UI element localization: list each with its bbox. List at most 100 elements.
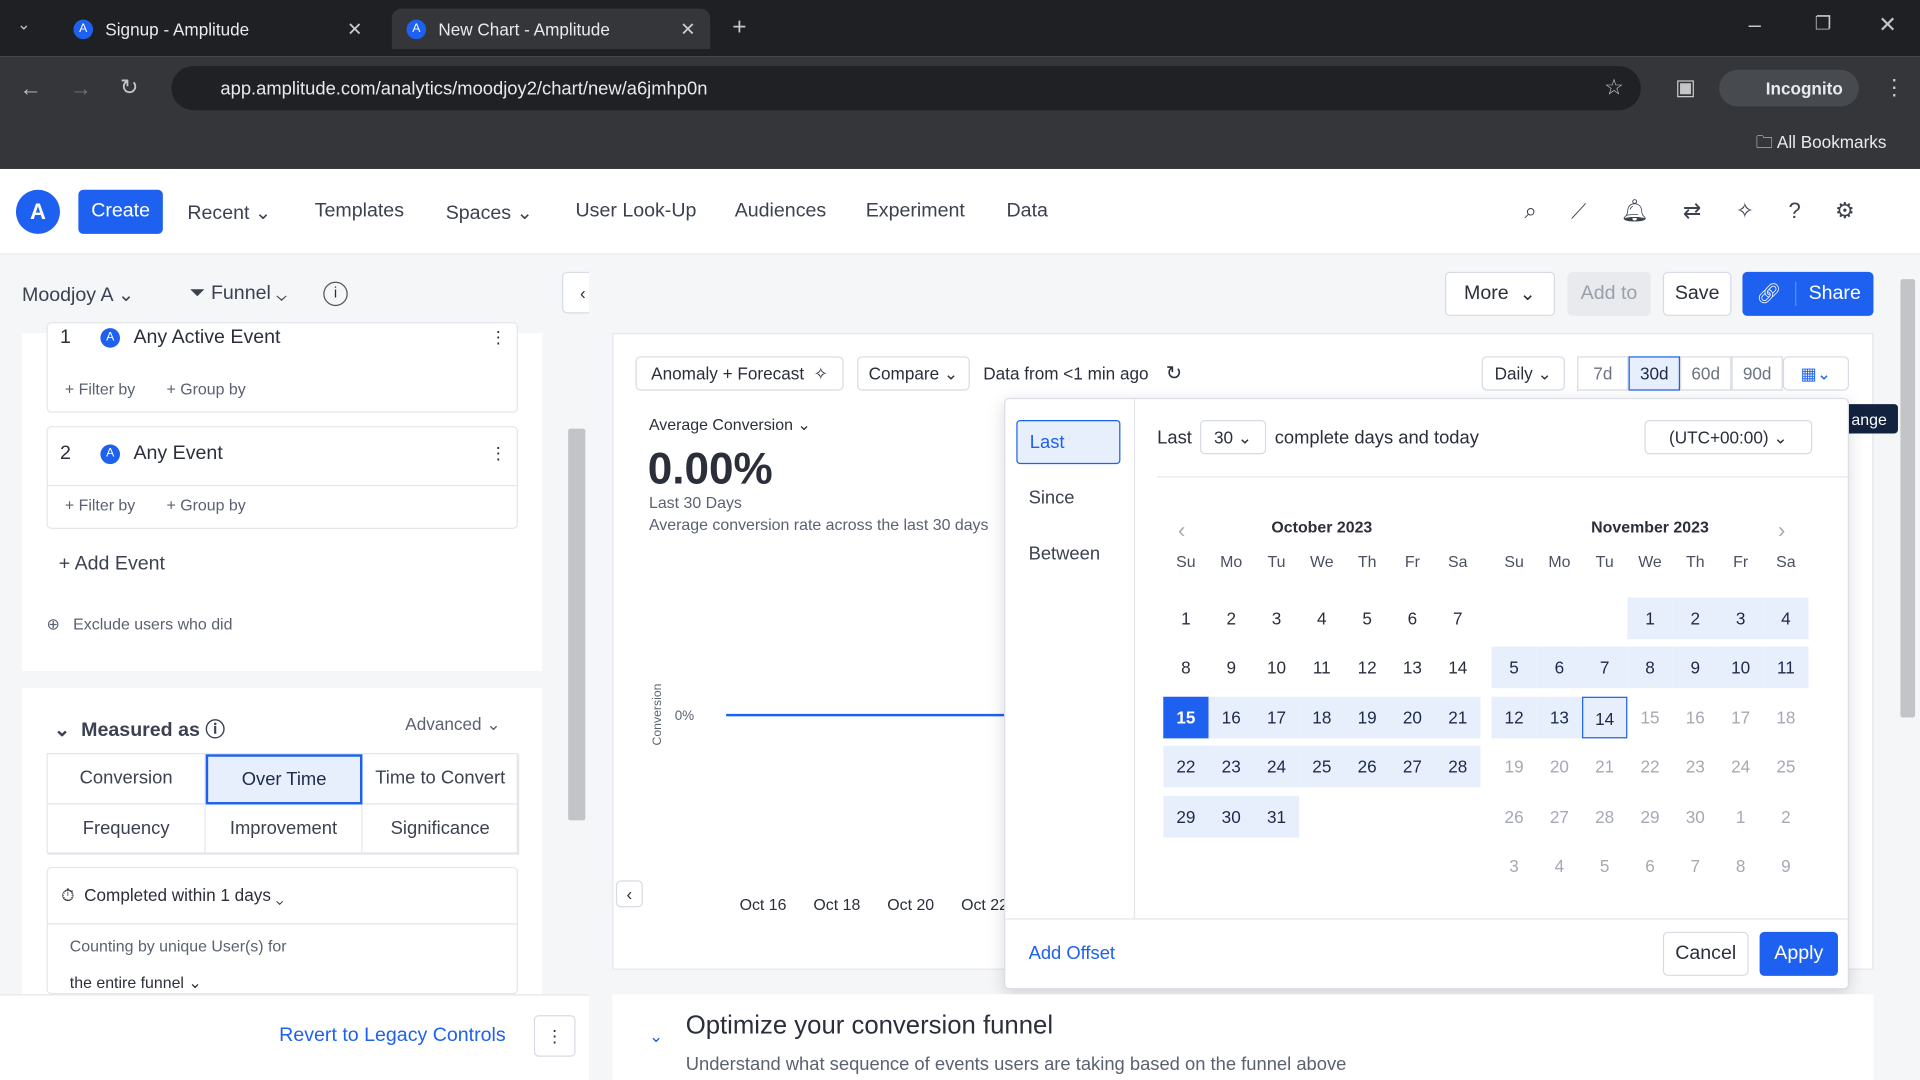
bookmark-star-icon[interactable]: ☆ xyxy=(1604,75,1624,101)
nav-audiences[interactable]: Audiences xyxy=(735,201,826,223)
calendar-day[interactable]: 8 xyxy=(1718,845,1763,887)
calendar-day[interactable]: 14 xyxy=(1582,696,1628,739)
calendar-day[interactable]: 18 xyxy=(1299,696,1345,739)
calendar-day[interactable]: 16 xyxy=(1673,696,1718,738)
calendar-day[interactable]: 21 xyxy=(1435,696,1481,739)
event-name[interactable]: Any Event xyxy=(133,443,222,465)
calendar-day[interactable]: 11 xyxy=(1763,647,1809,689)
add-to-button[interactable]: Add to xyxy=(1567,271,1651,316)
all-bookmarks[interactable]: 🗀 All Bookmarks xyxy=(1756,130,1887,159)
group-by-button[interactable]: + Group by xyxy=(167,380,246,398)
calendar-day[interactable]: 20 xyxy=(1537,746,1582,788)
calendar-day[interactable]: 1 xyxy=(1627,597,1673,640)
calendar-day[interactable]: 12 xyxy=(1344,647,1389,689)
nav-user-lookup[interactable]: User Look-Up xyxy=(576,201,697,223)
gear-icon[interactable]: ⚙ xyxy=(1835,198,1889,222)
new-tab-icon[interactable]: + xyxy=(732,13,746,41)
calendar-day[interactable]: 22 xyxy=(1163,745,1209,788)
calendar-day[interactable]: 6 xyxy=(1627,845,1672,887)
calendar-day[interactable]: 1 xyxy=(1163,598,1208,640)
calendar-day[interactable]: 28 xyxy=(1582,795,1627,837)
range-90d[interactable]: 90d xyxy=(1731,356,1783,391)
sync-icon[interactable]: ⇄ xyxy=(1683,198,1736,222)
calendar-day[interactable]: 27 xyxy=(1537,795,1582,837)
calendar-day[interactable]: 18 xyxy=(1763,696,1808,738)
project-selector[interactable]: Moodjoy A ⌄ xyxy=(22,283,134,307)
info-icon[interactable]: i xyxy=(323,281,348,307)
anomaly-forecast-button[interactable]: Anomaly + Forecast ✧ xyxy=(635,356,844,391)
calendar-day[interactable]: 5 xyxy=(1344,598,1389,640)
chart-scroll-left[interactable]: ‹ xyxy=(615,880,643,908)
calendar-day[interactable]: 9 xyxy=(1763,845,1808,887)
link-icon[interactable]: 🔗︎ xyxy=(1742,281,1797,307)
calendar-day[interactable]: 4 xyxy=(1299,598,1344,640)
calendar-day[interactable]: 22 xyxy=(1627,746,1672,788)
calendar-day[interactable]: 25 xyxy=(1763,746,1808,788)
chart-type-selector[interactable]: ⏷ Funnel ⌄ xyxy=(190,283,287,305)
browser-tab-signup[interactable]: A Signup - Amplitude ✕ xyxy=(59,9,377,49)
reload-icon[interactable]: ↻ xyxy=(120,75,138,101)
calendar-range-button[interactable]: ▦ ⌄ xyxy=(1782,356,1849,391)
calendar-day[interactable]: 9 xyxy=(1209,647,1254,689)
calendar-day[interactable]: 16 xyxy=(1208,696,1254,739)
calendar-day[interactable]: 4 xyxy=(1763,597,1809,640)
calendar-day[interactable]: 2 xyxy=(1672,597,1718,640)
revert-legacy-link[interactable]: Revert to Legacy Controls xyxy=(279,1025,506,1047)
calendar-day[interactable]: 3 xyxy=(1254,598,1299,640)
tab-search-icon[interactable]: ⌄ xyxy=(17,15,30,35)
calendar-day[interactable]: 30 xyxy=(1673,795,1718,837)
calendar-day[interactable]: 26 xyxy=(1491,795,1536,837)
url-input[interactable]: app.amplitude.com/analytics/moodjoy2/cha… xyxy=(171,66,1641,111)
calendar-day[interactable]: 2 xyxy=(1209,598,1254,640)
filter-by-button[interactable]: + Filter by xyxy=(65,380,135,398)
analytics-icon[interactable]: ⟋ xyxy=(1571,198,1620,222)
calendar-day[interactable]: 21 xyxy=(1582,746,1627,788)
calendar-day[interactable]: 5 xyxy=(1491,647,1537,689)
measure-tab[interactable]: Conversion xyxy=(47,754,206,805)
calendar-day[interactable]: 1 xyxy=(1718,795,1763,837)
calendar-day[interactable]: 27 xyxy=(1389,745,1436,788)
bell-icon[interactable]: 🔔︎ xyxy=(1621,198,1683,222)
share-button[interactable]: 🔗︎ Share xyxy=(1742,271,1874,316)
calendar-day[interactable]: 8 xyxy=(1163,647,1208,689)
close-icon[interactable]: ✕ xyxy=(680,18,695,40)
calendar-day[interactable]: 10 xyxy=(1717,647,1764,689)
compare-button[interactable]: Compare ⌄ xyxy=(857,356,970,391)
calendar-day[interactable]: 5 xyxy=(1582,845,1627,887)
side-panel-icon[interactable]: ▣ xyxy=(1675,75,1696,101)
calendar-day[interactable]: 23 xyxy=(1208,745,1254,788)
range-7d[interactable]: 7d xyxy=(1577,356,1629,391)
calendar-day[interactable]: 15 xyxy=(1163,696,1209,739)
calendar-day[interactable]: 17 xyxy=(1718,696,1763,738)
calendar-day[interactable]: 24 xyxy=(1718,746,1763,788)
close-icon[interactable]: ✕ xyxy=(347,18,362,40)
amplitude-logo[interactable]: A xyxy=(15,189,61,234)
advanced-dropdown[interactable]: Advanced ⌄ xyxy=(405,714,500,735)
last-days-dropdown[interactable]: 30 ⌄ xyxy=(1200,420,1267,455)
timezone-dropdown[interactable]: (UTC+00:00) ⌄ xyxy=(1644,420,1813,455)
filter-by-button[interactable]: + Filter by xyxy=(65,496,135,514)
calendar-day[interactable]: 14 xyxy=(1435,647,1480,689)
minimize-icon[interactable]: – xyxy=(1749,12,1761,38)
measure-tab[interactable]: Significance xyxy=(362,804,520,855)
search-icon[interactable]: ⌕ xyxy=(1524,198,1571,222)
date-mode-last[interactable]: Last xyxy=(1016,420,1121,465)
calendar-day[interactable]: 19 xyxy=(1344,696,1390,739)
incognito-badge[interactable]: Incognito xyxy=(1719,69,1859,107)
calendar-day[interactable]: 23 xyxy=(1673,746,1718,788)
calendar-day[interactable]: 4 xyxy=(1537,845,1582,887)
left-scrollbar[interactable] xyxy=(568,428,586,821)
calendar-day[interactable]: 15 xyxy=(1627,696,1672,738)
forward-icon[interactable]: → xyxy=(70,76,92,102)
calendar-day[interactable]: 30 xyxy=(1208,795,1254,838)
range-60d[interactable]: 60d xyxy=(1680,356,1732,391)
date-mode-between[interactable]: Between xyxy=(1016,533,1120,577)
back-icon[interactable]: ← xyxy=(20,76,42,102)
measure-tab[interactable]: Over Time xyxy=(205,754,363,805)
calendar-day[interactable]: 9 xyxy=(1672,647,1718,689)
calendar-day[interactable]: 13 xyxy=(1536,696,1583,739)
range-30d[interactable]: 30d xyxy=(1628,356,1681,391)
main-scrollbar[interactable] xyxy=(1900,279,1916,718)
calendar-day[interactable]: 11 xyxy=(1299,647,1344,689)
measure-tab[interactable]: Improvement xyxy=(205,804,363,855)
